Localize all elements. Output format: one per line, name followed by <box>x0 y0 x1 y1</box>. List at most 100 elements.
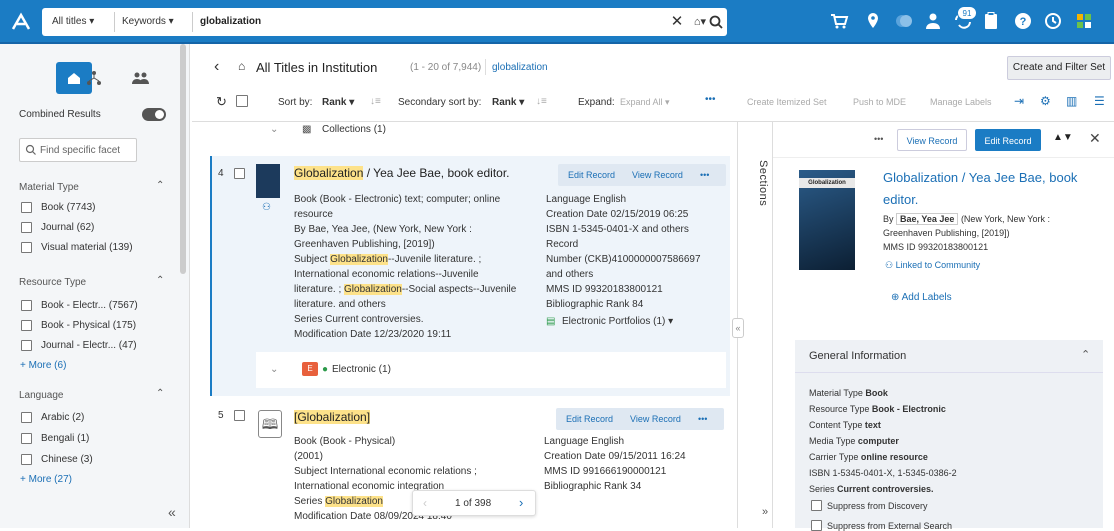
facet-checkbox[interactable] <box>21 412 32 423</box>
language-more-link[interactable]: + More (27) <box>20 474 72 485</box>
record-title[interactable]: Globalization / Yea Jee Bae, book editor… <box>294 166 510 180</box>
expand-chevron-icon[interactable]: ⌄ <box>270 124 278 135</box>
history-icon[interactable] <box>1042 10 1064 32</box>
chevron-up-icon[interactable]: ⌃ <box>1081 348 1090 361</box>
location-icon[interactable] <box>862 10 884 32</box>
suppress-external-checkbox[interactable] <box>811 520 822 531</box>
search-icon[interactable] <box>705 8 727 36</box>
home-logo-icon[interactable] <box>8 9 34 35</box>
sort-direction-icon[interactable]: ↓≡ <box>370 96 381 107</box>
manage-labels-button[interactable]: Manage Labels <box>930 97 992 107</box>
query-chip[interactable]: globalization <box>492 62 548 73</box>
settings-icon[interactable]: ⚙ <box>1040 94 1051 108</box>
suppress-discovery-checkbox[interactable] <box>811 500 822 511</box>
expand-sections-icon[interactable]: » <box>762 506 768 518</box>
facet-checkbox[interactable] <box>21 340 32 351</box>
edit-record-button[interactable]: Edit Record <box>566 408 613 430</box>
secondary-sort-select[interactable]: Rank ▾ <box>492 97 524 108</box>
widgets-icon[interactable] <box>1073 10 1095 32</box>
scope-select[interactable]: All titles ▾ <box>52 8 94 36</box>
publisher: (New York, New York : <box>960 214 1050 224</box>
view-record-button[interactable]: View Record <box>630 408 681 430</box>
collections-link[interactable]: Collections (1) <box>322 124 386 135</box>
chevron-up-icon[interactable]: ⌃ <box>156 275 164 286</box>
add-labels-button[interactable]: ⊕ Add Labels <box>891 292 952 303</box>
facet-checkbox[interactable] <box>21 300 32 311</box>
close-icon[interactable]: ✕ <box>1089 130 1101 147</box>
clipboard-icon[interactable] <box>980 10 1002 32</box>
edit-record-button[interactable]: Edit Record <box>568 164 615 186</box>
facet-item[interactable]: Book - Electr... (7567) <box>41 300 138 311</box>
facet-item[interactable]: Journal - Electr... (47) <box>41 340 137 351</box>
select-all-checkbox[interactable] <box>236 95 248 107</box>
chevron-up-icon[interactable]: ⌃ <box>156 388 164 399</box>
record-item[interactable]: 4 ⚇ Globalization / Yea Jee Bae, book ed… <box>210 156 730 396</box>
next-page-icon[interactable]: › <box>519 495 523 510</box>
refresh-icon[interactable]: ↻ <box>216 94 227 110</box>
view-record-button[interactable]: View Record <box>632 164 683 186</box>
sort-direction-icon[interactable]: ↓≡ <box>536 96 547 107</box>
tab-community[interactable] <box>122 62 158 94</box>
edit-record-button[interactable]: Edit Record <box>975 129 1041 151</box>
facet-item[interactable]: Book - Physical (175) <box>41 320 136 331</box>
facet-checkbox[interactable] <box>21 242 32 253</box>
facet-item[interactable]: Journal (62) <box>41 222 94 233</box>
help-icon[interactable]: ? <box>1012 10 1034 32</box>
facet-item[interactable]: Book (7743) <box>41 202 95 213</box>
record-checkbox[interactable] <box>234 410 245 421</box>
prev-page-icon[interactable]: ‹ <box>423 496 427 510</box>
electronic-availability-link[interactable]: Electronic (1) <box>332 364 391 375</box>
expand-chevron-icon[interactable]: ⌄ <box>270 364 278 375</box>
chevron-up-icon[interactable]: ⌃ <box>156 180 164 191</box>
search-type-select[interactable]: Keywords ▾ <box>122 8 174 36</box>
scrollbar[interactable] <box>180 44 186 274</box>
more-icon[interactable]: ••• <box>700 164 709 186</box>
facet-checkbox[interactable] <box>21 202 32 213</box>
record-field: literature. and others <box>294 299 386 310</box>
sections-label[interactable]: Sections <box>757 160 769 206</box>
push-to-mde-button[interactable]: Push to MDE <box>853 97 906 107</box>
cart-icon[interactable] <box>828 10 850 32</box>
available-dot-icon: ● <box>322 364 329 375</box>
facet-item[interactable]: Arabic (2) <box>41 412 84 423</box>
sort-select[interactable]: Rank ▾ <box>322 97 354 108</box>
facet-checkbox[interactable] <box>21 433 32 444</box>
electronic-portfolios-link[interactable]: Electronic Portfolios (1) ▾ <box>562 316 673 327</box>
view-record-button[interactable]: View Record <box>897 129 967 151</box>
search-input[interactable]: globalization <box>200 8 261 36</box>
more-icon[interactable]: ••• <box>874 134 883 144</box>
record-checkbox[interactable] <box>234 168 245 179</box>
user-icon[interactable] <box>922 10 944 32</box>
detail-title[interactable]: Globalization / Yea Jee Bae, book <box>883 170 1077 185</box>
list-view-icon[interactable]: ☰ <box>1094 94 1105 108</box>
detail-title[interactable]: editor. <box>883 192 918 207</box>
prev-next-record-icon[interactable]: ▲▼ <box>1053 132 1073 143</box>
combined-results-toggle[interactable] <box>142 108 166 121</box>
export-icon[interactable]: ⇥ <box>1014 94 1024 108</box>
facet-item[interactable]: Visual material (139) <box>41 242 133 253</box>
expand-select[interactable]: Expand All ▾ <box>620 97 670 108</box>
facet-search-input[interactable]: Find specific facet <box>19 138 137 162</box>
coins-icon[interactable] <box>893 10 915 32</box>
more-actions-icon[interactable]: ••• <box>705 94 716 105</box>
cover-title: Globalization <box>799 178 855 188</box>
linked-community-link[interactable]: ⚇ Linked to Community <box>885 260 980 271</box>
back-icon[interactable]: ‹ <box>214 58 219 76</box>
tab-hierarchy[interactable] <box>76 62 112 94</box>
collapse-panel-icon[interactable]: « <box>168 504 176 520</box>
facet-checkbox[interactable] <box>21 320 32 331</box>
facet-checkbox[interactable] <box>21 454 32 465</box>
create-filter-set-button[interactable]: Create and Filter Set <box>1007 56 1111 80</box>
facet-item[interactable]: Chinese (3) <box>41 454 93 465</box>
record-title[interactable]: [Globalization] <box>294 410 371 424</box>
collapse-left-icon[interactable]: « <box>732 318 744 338</box>
author-chip[interactable]: Bae, Yea Jee <box>896 213 959 225</box>
facet-item[interactable]: Bengali (1) <box>41 433 89 444</box>
facet-checkbox[interactable] <box>21 222 32 233</box>
resource-type-more-link[interactable]: + More (6) <box>20 360 66 371</box>
more-icon[interactable]: ••• <box>698 408 707 430</box>
create-itemized-set-button[interactable]: Create Itemized Set <box>747 97 827 107</box>
more-label: More (27) <box>28 474 72 485</box>
column-view-icon[interactable]: ▥ <box>1066 94 1077 108</box>
clear-icon[interactable]: ✕ <box>669 8 685 36</box>
